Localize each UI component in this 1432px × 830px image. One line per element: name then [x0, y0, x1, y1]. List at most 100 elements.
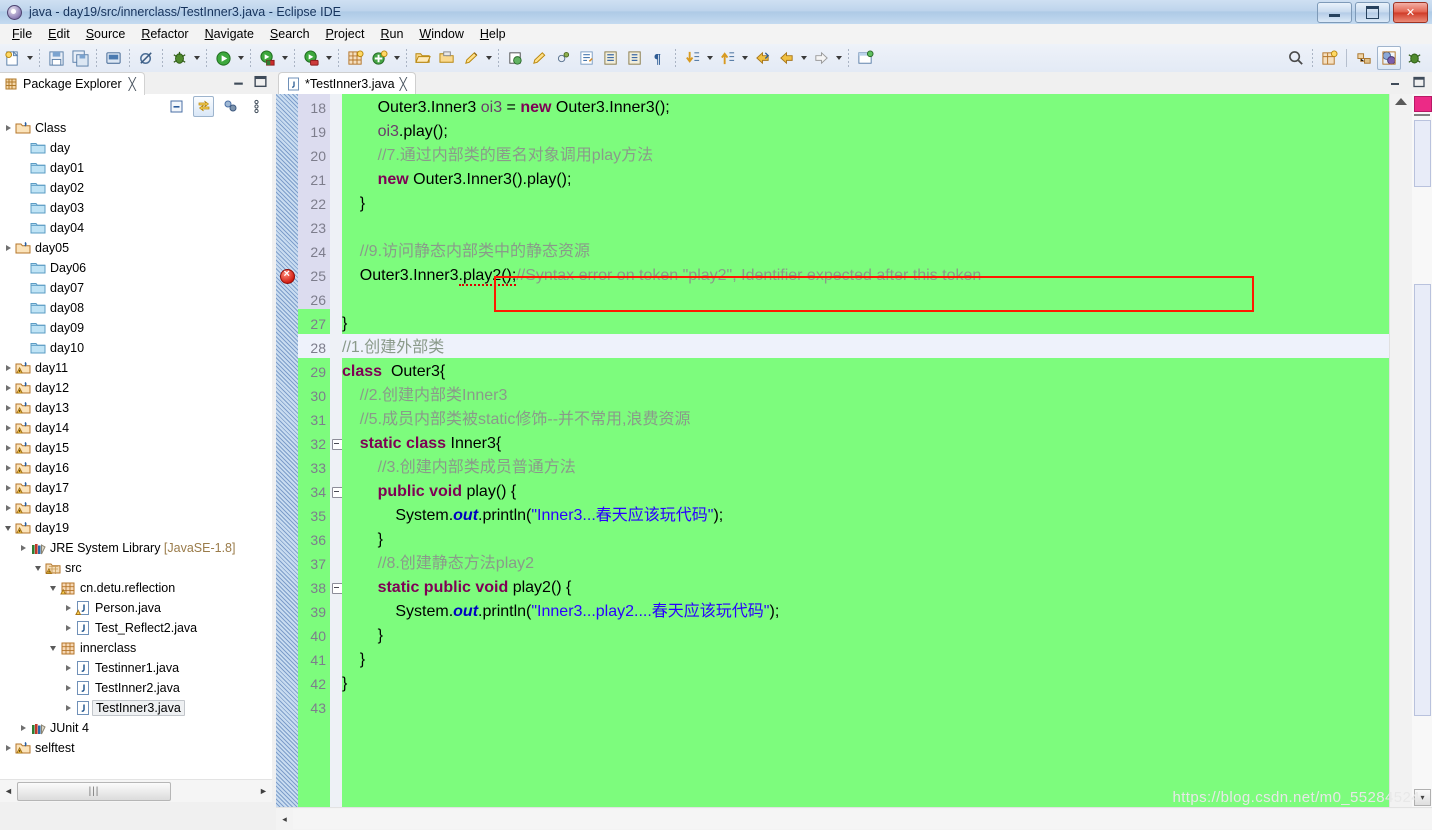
hscroll-thumb[interactable]: |||	[17, 782, 171, 801]
collapse-arrow-icon[interactable]	[2, 518, 14, 538]
toolbar-previous-annotation-button[interactable]	[716, 47, 738, 69]
tree-item-day02[interactable]: day02	[0, 178, 272, 198]
expand-arrow-icon[interactable]	[17, 718, 29, 738]
expand-arrow-icon[interactable]	[2, 498, 14, 518]
toolbar-back-button[interactable]	[751, 47, 773, 69]
tree-item-day18[interactable]: day18	[0, 498, 272, 518]
tree-item-day17[interactable]: day17	[0, 478, 272, 498]
scroll-right-icon[interactable]: ►	[255, 781, 272, 801]
expand-arrow-icon[interactable]	[62, 658, 74, 678]
tree-item-test-reflect2-java[interactable]: Test_Reflect2.java	[0, 618, 272, 638]
toolbar-run-dropdown[interactable]	[235, 47, 246, 69]
expand-arrow-icon[interactable]	[17, 538, 29, 558]
tree-item-cn-detu-reflection[interactable]: cn.detu.reflection	[0, 578, 272, 598]
toolbar-new-wizard-button[interactable]	[1, 47, 23, 69]
toolbar-debug-dropdown[interactable]	[191, 47, 202, 69]
toolbar-highlight-button[interactable]	[552, 47, 574, 69]
toolbar-new-window-button[interactable]	[854, 47, 876, 69]
toolbar-next-annotation-button[interactable]	[681, 47, 703, 69]
menu-item-refactor[interactable]: Refactor	[133, 26, 196, 42]
expand-arrow-icon[interactable]	[62, 618, 74, 638]
editor-vscrollbar[interactable]: ▾	[1412, 94, 1432, 808]
tree-item-day09[interactable]: day09	[0, 318, 272, 338]
collapse-arrow-icon[interactable]	[47, 578, 59, 598]
toolbar-forward-button[interactable]	[810, 47, 832, 69]
scroll-left-icon[interactable]: ◄	[0, 781, 17, 801]
package-explorer-hscrollbar[interactable]: ◄ ||| ►	[0, 779, 272, 802]
view-maximize-icon[interactable]	[253, 74, 268, 89]
error-overview-marker[interactable]	[1414, 96, 1432, 112]
project-tree[interactable]: Class day day01 day02 day03 day04 day05 Day06 da…	[0, 118, 272, 780]
toolbar-open-task-button[interactable]	[436, 47, 458, 69]
editor-minimize-icon[interactable]	[1388, 75, 1402, 89]
menu-item-search[interactable]: Search	[262, 26, 318, 42]
tree-item-day12[interactable]: day12	[0, 378, 272, 398]
collapse-arrow-icon[interactable]	[32, 558, 44, 578]
menu-item-help[interactable]: Help	[472, 26, 514, 42]
tree-item-day10[interactable]: day10	[0, 338, 272, 358]
tree-item-day04[interactable]: day04	[0, 218, 272, 238]
toolbar-previous-annotation-dropdown[interactable]	[739, 47, 750, 69]
expand-arrow-icon[interactable]	[2, 478, 14, 498]
toolbar-quick-access-search-button[interactable]	[1285, 47, 1307, 69]
tree-item-testinner2-java[interactable]: TestInner2.java	[0, 678, 272, 698]
tree-item-jre-system-library[interactable]: JRE System Library [JavaSE-1.8]	[0, 538, 272, 558]
close-icon[interactable]: ╳	[129, 77, 136, 91]
toolbar-perspective-java-button[interactable]	[1377, 46, 1401, 70]
expand-arrow-icon[interactable]	[2, 358, 14, 378]
maximize-button[interactable]	[1355, 2, 1390, 23]
tree-item-junit-4[interactable]: JUnit 4	[0, 718, 272, 738]
toolbar-console-button[interactable]	[102, 47, 124, 69]
expand-arrow-icon[interactable]	[62, 678, 74, 698]
toolbar-show-whitespace-button[interactable]	[624, 47, 646, 69]
link-with-editor-icon[interactable]	[193, 95, 214, 117]
toolbar-next-annotation-cfg-button[interactable]	[600, 47, 622, 69]
toolbar-quick-fix-dropdown[interactable]	[483, 47, 494, 69]
menu-item-window[interactable]: Window	[411, 26, 471, 42]
expand-arrow-icon[interactable]	[2, 458, 14, 478]
expand-arrow-icon[interactable]	[2, 398, 14, 418]
tree-item-day08[interactable]: day08	[0, 298, 272, 318]
expand-arrow-icon[interactable]	[2, 438, 14, 458]
collapse-arrow-icon[interactable]	[47, 638, 59, 658]
tree-item-day16[interactable]: day16	[0, 458, 272, 478]
toolbar-back-history-dropdown[interactable]	[798, 47, 809, 69]
expand-arrow-icon[interactable]	[2, 118, 14, 138]
marker-bar[interactable]	[276, 94, 298, 808]
vscroll-thumb-lower[interactable]	[1414, 284, 1431, 716]
toolbar-new-class-wizard-dropdown[interactable]	[391, 47, 402, 69]
tree-item-testinner3-java[interactable]: TestInner3.java	[0, 698, 272, 718]
toolbar-quick-fix-button[interactable]	[460, 47, 482, 69]
toolbar-search-ref-button[interactable]	[528, 47, 550, 69]
toolbar-next-annotation-dropdown[interactable]	[704, 47, 715, 69]
minimize-button[interactable]	[1317, 2, 1352, 23]
close-button[interactable]: ✕	[1393, 2, 1428, 23]
overview-ruler[interactable]	[1389, 94, 1412, 808]
code-canvas[interactable]: Outer3.Inner3 oi3 = new Outer3.Inner3();…	[342, 94, 1390, 808]
menu-item-run[interactable]: Run	[372, 26, 411, 42]
tree-item-day[interactable]: day	[0, 138, 272, 158]
hscroll-track[interactable]: |||	[17, 781, 255, 801]
scroll-left-icon[interactable]: ◂	[276, 809, 293, 829]
tree-item-selftest[interactable]: selftest	[0, 738, 272, 758]
toolbar-save-button[interactable]	[45, 47, 67, 69]
toolbar-new-java-project-button[interactable]	[344, 47, 366, 69]
tree-item-day13[interactable]: day13	[0, 398, 272, 418]
tree-item-day06[interactable]: Day06	[0, 258, 272, 278]
toolbar-save-all-button[interactable]	[69, 47, 91, 69]
toolbar-skip-breakpoints-button[interactable]	[135, 47, 157, 69]
view-menu-icon[interactable]	[247, 97, 266, 116]
toolbar-perspective-debug-button[interactable]	[1403, 47, 1425, 69]
error-marker-icon[interactable]	[280, 268, 295, 284]
toolbar-debug-button[interactable]	[168, 47, 190, 69]
tree-item-day05[interactable]: day05	[0, 238, 272, 258]
expand-arrow-icon[interactable]	[2, 238, 14, 258]
toolbar-pilcrow-button[interactable]: ¶	[648, 47, 670, 69]
tree-item-day07[interactable]: day07	[0, 278, 272, 298]
tree-item-testinner1-java[interactable]: Testinner1.java	[0, 658, 272, 678]
tree-item-day03[interactable]: day03	[0, 198, 272, 218]
tree-item-day11[interactable]: day11	[0, 358, 272, 378]
toolbar-toggle-mark-button[interactable]	[576, 47, 598, 69]
toolbar-open-perspective-button[interactable]	[1318, 47, 1340, 69]
menu-item-navigate[interactable]: Navigate	[197, 26, 262, 42]
